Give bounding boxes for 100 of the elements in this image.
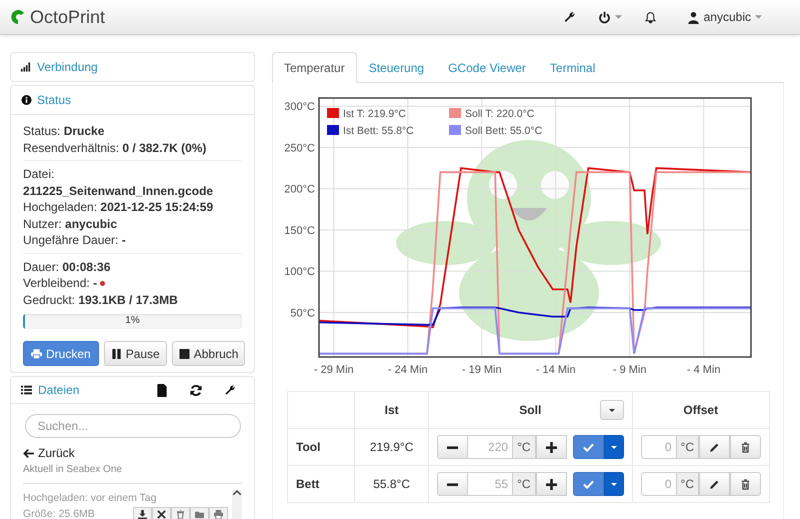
edit-button[interactable] bbox=[699, 472, 730, 496]
y-axis-label: 250°C bbox=[284, 142, 315, 154]
offset-field[interactable]: 0 bbox=[640, 435, 676, 459]
unit-label: °C bbox=[676, 472, 699, 496]
dropdown-button[interactable] bbox=[604, 472, 624, 496]
status-panel-title[interactable]: Status bbox=[37, 93, 72, 107]
target-temperature-field[interactable]: 220 bbox=[468, 435, 512, 459]
status-line: Resendverhältnis: 0 / 382.7K (0%) bbox=[23, 140, 208, 156]
column-header: Offset bbox=[683, 403, 718, 417]
file-upload-date: Hochgeladen: vor einem Tag bbox=[23, 491, 158, 506]
unit-label: °C bbox=[512, 472, 536, 496]
increase-button[interactable] bbox=[536, 435, 567, 459]
folder-button[interactable] bbox=[190, 507, 209, 519]
octoprint-logo-icon bbox=[10, 9, 26, 25]
info-icon bbox=[21, 95, 32, 105]
trash-icon bbox=[740, 442, 751, 452]
y-axis-label: 100°C bbox=[284, 266, 315, 278]
power-icon bbox=[598, 10, 611, 24]
offset-field[interactable]: 0 bbox=[640, 472, 676, 496]
connection-panel-title[interactable]: Verbindung bbox=[37, 60, 98, 74]
brand-name[interactable]: OctoPrint bbox=[30, 6, 106, 28]
status-line: Status: Drucke bbox=[23, 123, 106, 140]
tab[interactable]: GCode Viewer bbox=[436, 52, 538, 83]
stop-icon bbox=[178, 348, 190, 358]
target-temperature-field[interactable]: 55 bbox=[468, 472, 512, 496]
bell-icon bbox=[644, 10, 657, 24]
plus-icon bbox=[546, 442, 557, 452]
scrollbar[interactable] bbox=[232, 490, 242, 519]
caret-icon bbox=[755, 15, 762, 19]
sd-card-icon bbox=[156, 384, 168, 396]
x-axis-label: - 14 Min bbox=[536, 364, 576, 376]
download-button[interactable] bbox=[133, 507, 152, 519]
list-icon bbox=[21, 385, 32, 395]
print-button[interactable]: Drucken bbox=[23, 341, 99, 366]
cancel-button[interactable]: Abbruch bbox=[172, 341, 246, 366]
delete-button[interactable] bbox=[730, 472, 761, 496]
decrease-button[interactable] bbox=[437, 435, 468, 459]
y-axis-label: 150°C bbox=[284, 224, 315, 237]
trash-icon bbox=[740, 478, 751, 490]
checkmark-icon bbox=[582, 478, 594, 490]
plus-icon bbox=[546, 478, 557, 490]
chevron-up-icon bbox=[233, 490, 241, 495]
x-axis-label: - 4 Min bbox=[686, 364, 720, 376]
caret-icon bbox=[610, 482, 617, 486]
y-axis-label: 50°C bbox=[290, 307, 315, 320]
caret-icon bbox=[610, 446, 617, 448]
refresh-icon bbox=[190, 384, 202, 396]
search-field[interactable]: Suchen... bbox=[24, 414, 240, 438]
status-line: Dauer: 00:08:36 bbox=[23, 258, 112, 275]
status-line: Nutzer: anycubic bbox=[23, 216, 118, 232]
decrease-button[interactable] bbox=[437, 472, 468, 496]
status-line: Ungefähre Dauer: - bbox=[23, 232, 127, 248]
x-axis-label: - 29 Min bbox=[314, 364, 354, 376]
status-line: Verbleibend: - bbox=[23, 276, 98, 290]
unit-label: °C bbox=[512, 435, 536, 459]
unit-label: °C bbox=[676, 435, 699, 459]
edit-button[interactable] bbox=[699, 435, 730, 459]
x-axis-label: - 19 Min bbox=[462, 364, 502, 376]
pause-button[interactable]: Pause bbox=[104, 341, 167, 366]
file-name: 211225_Seitenwand_Innen.gcode bbox=[23, 182, 214, 199]
signal-icon bbox=[21, 62, 32, 72]
caret-icon bbox=[614, 15, 622, 19]
legend-label: Soll T: 220.0°C bbox=[465, 108, 534, 120]
status-line: Datei: bbox=[23, 166, 56, 182]
legend-label: Ist T: 219.9°C bbox=[343, 108, 406, 120]
tab[interactable]: Terminal bbox=[538, 52, 608, 83]
x-axis-label: - 24 Min bbox=[388, 364, 428, 376]
wrench-icon bbox=[562, 10, 576, 24]
print-button[interactable] bbox=[209, 507, 228, 519]
dropdown-button[interactable] bbox=[604, 435, 624, 459]
pencil-icon bbox=[709, 478, 720, 490]
arrow-left-icon bbox=[23, 448, 34, 458]
file-size: Größe: 25.6MB bbox=[23, 507, 95, 519]
row-label: Bett bbox=[288, 466, 355, 502]
trash-icon bbox=[176, 510, 185, 519]
x-axis-label: - 9 Min bbox=[612, 364, 646, 376]
user-menu-button[interactable]: anycubic bbox=[678, 6, 770, 28]
pencil-icon bbox=[709, 442, 720, 452]
status-dot-icon bbox=[100, 281, 106, 286]
printer-icon bbox=[214, 510, 223, 519]
files-panel-title[interactable]: Dateien bbox=[38, 383, 80, 397]
actual-temperature: 55.8°C bbox=[354, 466, 429, 502]
tab[interactable]: Temperatur bbox=[272, 52, 357, 83]
download-icon bbox=[138, 510, 147, 519]
legend-label: Soll Bett: 55.0°C bbox=[465, 125, 542, 137]
user-icon bbox=[686, 10, 700, 24]
y-axis-label: 300°C bbox=[284, 101, 315, 114]
column-header: Soll bbox=[519, 403, 542, 417]
apply-button[interactable] bbox=[572, 435, 604, 459]
row-label: Tool bbox=[288, 428, 355, 466]
apply-button[interactable] bbox=[572, 472, 604, 496]
increase-button[interactable] bbox=[536, 472, 567, 496]
printer-icon bbox=[31, 348, 42, 358]
delete-button[interactable] bbox=[730, 435, 761, 459]
back-link[interactable]: Zurück bbox=[23, 446, 75, 460]
progress-label: 1% bbox=[124, 315, 141, 326]
status-line: Gedruckt: 193.1KB / 17.3MB bbox=[23, 292, 179, 308]
tab[interactable]: Steuerung bbox=[356, 52, 436, 83]
folder-icon bbox=[195, 510, 204, 519]
caret-icon bbox=[608, 408, 615, 412]
